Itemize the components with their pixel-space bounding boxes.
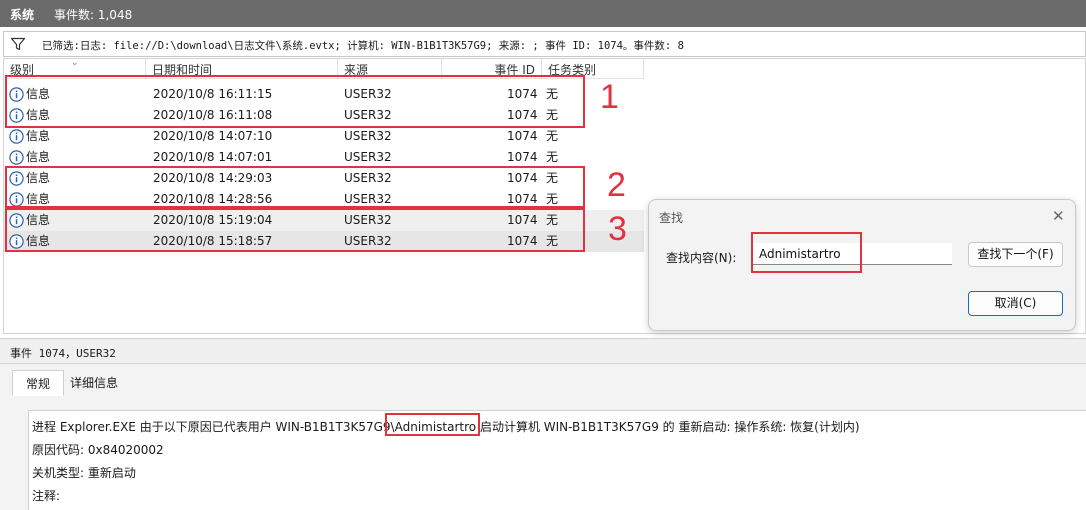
- event-datetime: 2020/10/8 14:07:10: [153, 129, 273, 143]
- event-source: USER32: [344, 108, 392, 122]
- shutdown-type-line: 关机类型: 重新启动: [32, 466, 136, 480]
- event-level: 信息: [26, 234, 51, 248]
- log-title-bar: 系统 事件数: 1,048: [0, 0, 1086, 27]
- find-dialog: 查找 ✕ 查找内容(N): 查找下一个(F) 取消(C): [648, 199, 1076, 331]
- event-level: 信息: [26, 108, 51, 122]
- find-what-label: 查找内容(N):: [666, 251, 737, 265]
- column-header-datetime[interactable]: 日期和时间: [146, 59, 338, 79]
- details-tab-strip: 常规 详细信息: [0, 364, 1086, 400]
- find-dialog-title: 查找: [659, 211, 684, 225]
- event-details-header: 事件 1074，USER32: [0, 338, 1086, 364]
- event-row[interactable]: 信息 2020/10/8 16:11:08 USER32 1074 无: [4, 105, 644, 126]
- event-task-category: 无: [546, 213, 559, 227]
- event-level: 信息: [26, 87, 51, 101]
- cancel-button[interactable]: 取消(C): [968, 291, 1063, 316]
- event-source: USER32: [344, 192, 392, 206]
- annotation-number-1: 1: [600, 78, 619, 116]
- event-level: 信息: [26, 192, 51, 206]
- event-count: 事件数: 1,048: [54, 8, 133, 22]
- event-id: 1074: [507, 192, 538, 206]
- event-row[interactable]: 信息 2020/10/8 14:07:01 USER32 1074 无: [4, 147, 644, 168]
- event-task-category: 无: [546, 129, 559, 143]
- filter-bar: 已筛选:日志: file://D:\download\日志文件\系统.evtx;…: [3, 31, 1086, 57]
- event-level: 信息: [26, 171, 51, 185]
- event-datetime: 2020/10/8 16:11:15: [153, 87, 273, 101]
- event-datetime: 2020/10/8 15:18:57: [153, 234, 273, 248]
- find-next-button[interactable]: 查找下一个(F): [968, 242, 1063, 267]
- event-datetime: 2020/10/8 14:29:03: [153, 171, 273, 185]
- filter-description: 已筛选:日志: file://D:\download\日志文件\系统.evtx;…: [42, 40, 684, 52]
- event-id: 1074: [507, 87, 538, 101]
- event-id: 1074: [507, 129, 538, 143]
- event-id: 1074: [507, 171, 538, 185]
- reason-code-line: 原因代码: 0x84020002: [32, 443, 164, 457]
- annotation-number-2: 2: [607, 166, 626, 204]
- event-id: 1074: [507, 150, 538, 164]
- event-level: 信息: [26, 150, 51, 164]
- event-row[interactable]: 信息 2020/10/8 14:28:56 USER32 1074 无: [4, 189, 644, 210]
- event-datetime: 2020/10/8 14:07:01: [153, 150, 273, 164]
- event-datetime: 2020/10/8 16:11:08: [153, 108, 273, 122]
- column-header-source[interactable]: 来源: [338, 59, 442, 79]
- event-row-selected[interactable]: 信息 2020/10/8 15:18:57 USER32 1074 无: [4, 231, 644, 252]
- event-datetime: 2020/10/8 14:28:56: [153, 192, 273, 206]
- event-source: USER32: [344, 234, 392, 248]
- event-details-title: 事件 1074，USER32: [10, 347, 116, 360]
- event-datetime: 2020/10/8 15:19:04: [153, 213, 273, 227]
- event-task-category: 无: [546, 87, 559, 101]
- event-description-line: 进程 Explorer.EXE 由于以下原因已代表用户 WIN-B1B1T3K5…: [32, 420, 860, 434]
- event-row[interactable]: 信息 2020/10/8 16:11:15 USER32 1074 无: [4, 84, 644, 105]
- info-icon: [9, 171, 24, 186]
- column-header-task-category[interactable]: 任务类别: [542, 59, 644, 79]
- event-task-category: 无: [546, 108, 559, 122]
- event-task-category: 无: [546, 171, 559, 185]
- event-level: 信息: [26, 129, 51, 143]
- event-level: 信息: [26, 213, 51, 227]
- event-task-category: 无: [546, 192, 559, 206]
- event-source: USER32: [344, 171, 392, 185]
- event-id: 1074: [507, 108, 538, 122]
- info-icon: [9, 108, 24, 123]
- event-row[interactable]: 信息 2020/10/8 14:07:10 USER32 1074 无: [4, 126, 644, 147]
- filter-icon: [10, 36, 26, 52]
- info-icon: [9, 87, 24, 102]
- column-header-level[interactable]: 级别: [4, 59, 146, 79]
- event-id: 1074: [507, 213, 538, 227]
- log-name: 系统: [10, 8, 35, 22]
- info-icon: [9, 192, 24, 207]
- event-row[interactable]: 信息 2020/10/8 14:29:03 USER32 1074 无: [4, 168, 644, 189]
- event-id: 1074: [507, 234, 538, 248]
- info-icon: [9, 234, 24, 249]
- event-source: USER32: [344, 87, 392, 101]
- event-source: USER32: [344, 213, 392, 227]
- info-icon: [9, 213, 24, 228]
- annotation-number-3: 3: [608, 210, 627, 248]
- event-task-category: 无: [546, 150, 559, 164]
- info-icon: [9, 150, 24, 165]
- event-list-header: ⌄ 级别 日期和时间 来源 事件 ID 任务类别: [4, 58, 644, 79]
- event-source: USER32: [344, 129, 392, 143]
- event-source: USER32: [344, 150, 392, 164]
- comment-line: 注释:: [32, 489, 61, 503]
- close-icon[interactable]: ✕: [1052, 207, 1065, 225]
- column-header-event-id[interactable]: 事件 ID: [442, 59, 542, 79]
- event-row[interactable]: 信息 2020/10/8 15:19:04 USER32 1074 无: [4, 210, 644, 231]
- find-what-input[interactable]: [752, 243, 952, 265]
- event-task-category: 无: [546, 234, 559, 248]
- info-icon: [9, 129, 24, 144]
- tab-details[interactable]: 详细信息: [64, 370, 124, 396]
- tab-general[interactable]: 常规: [12, 370, 64, 396]
